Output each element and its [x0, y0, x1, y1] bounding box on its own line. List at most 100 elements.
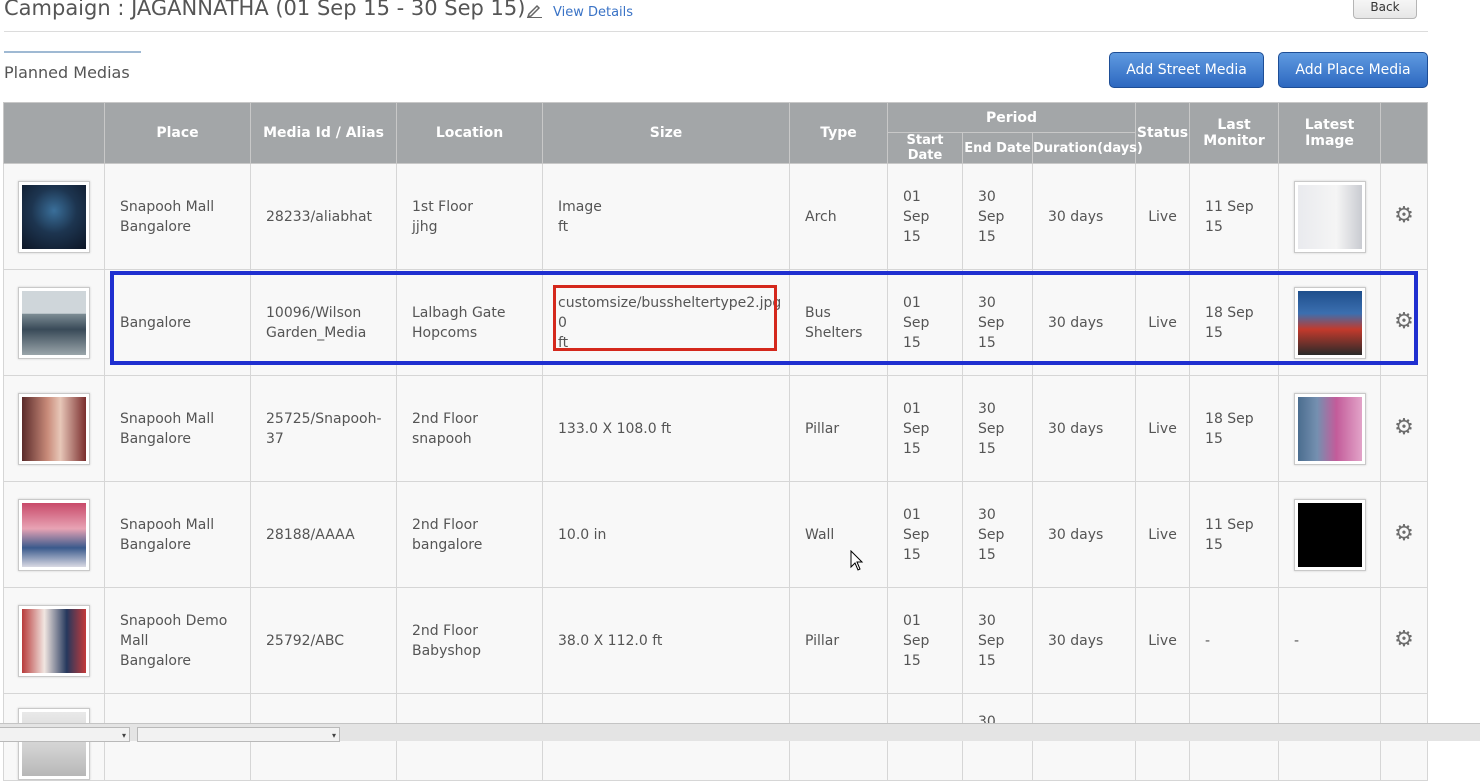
type-line: Pillar — [805, 420, 840, 437]
latest-image-cell — [1278, 481, 1382, 588]
start-date-line: 15 — [903, 546, 921, 563]
size-line: 133.0 X 108.0 ft — [558, 420, 672, 437]
media-thumbnail[interactable] — [18, 708, 90, 780]
media-thumbnail-image — [22, 184, 86, 249]
media-id-cell: 28188/AAAA — [250, 481, 397, 588]
actions-cell: ⚙ — [1380, 269, 1429, 376]
start-date-cell: 01 Sep 15 — [887, 375, 963, 482]
latest-image — [1297, 184, 1362, 249]
media-thumbnail[interactable] — [18, 286, 90, 359]
bottom-select-1[interactable]: ▾ — [0, 727, 130, 742]
table-row[interactable]: Snapooh Mall Bangalore 28233/aliabhat 1st F… — [3, 163, 1429, 270]
gear-icon[interactable]: ⚙ — [1394, 309, 1414, 334]
duration-cell: 30 days — [1031, 481, 1137, 588]
type-line: Wall — [805, 526, 835, 543]
duration-cell: 30 days — [1031, 587, 1137, 694]
end-date-cell: 30 Sep 15 — [962, 481, 1033, 588]
location-line: 1st Floor — [412, 198, 473, 215]
bottom-select-2[interactable]: ▾ — [137, 727, 340, 742]
media-thumbnail[interactable] — [18, 180, 90, 253]
table-row[interactable]: Snapooh Mall Bangalore 28188/AAAA 2nd Floor… — [3, 481, 1429, 588]
end-date-line: Sep — [978, 208, 1005, 225]
table-row[interactable]: Snapooh Demo Mall Bangalore 25792/ABC 2nd Fl… — [3, 587, 1429, 694]
gear-icon[interactable]: ⚙ — [1394, 415, 1414, 440]
place-line: Snapooh Demo — [120, 612, 228, 629]
status-cell: Live — [1135, 269, 1191, 376]
start-date-cell: 01 Sep 15 — [887, 481, 963, 588]
actions-cell: ⚙ — [1380, 375, 1429, 482]
gear-icon[interactable]: ⚙ — [1394, 627, 1414, 652]
add-street-media-button[interactable]: Add Street Media — [1109, 52, 1264, 88]
end-date-line: Sep — [978, 314, 1005, 331]
duration-cell: 30 days — [1031, 269, 1137, 376]
last-monitor-line: 15 — [1205, 430, 1223, 447]
media-id-line: 28233/aliabhat — [266, 208, 373, 225]
header-size: Size — [542, 102, 790, 164]
place-line: Bangalore — [120, 430, 192, 447]
media-id-line: 28188/AAAA — [266, 526, 355, 543]
size-line: 10.0 in — [558, 526, 607, 543]
size-cell: 10.0 in — [542, 481, 790, 588]
end-date-line: Sep — [978, 420, 1005, 437]
latest-image-thumbnail[interactable] — [1293, 498, 1366, 571]
duration-cell: 30 days — [1031, 375, 1137, 482]
size-line: ft — [558, 334, 569, 351]
type-cell: Pillar — [789, 375, 888, 482]
last-monitor-line: 11 Sep — [1205, 516, 1254, 533]
last-monitor-line: 11 Sep — [1205, 198, 1254, 215]
media-thumbnail-image — [22, 712, 86, 776]
table-row[interactable]: Bangalore 10096/Wilson Garden_Media Lalbagh… — [3, 269, 1429, 376]
back-button[interactable]: Back — [1353, 0, 1417, 19]
location-cell: 2nd Floor snapooh — [396, 375, 543, 482]
end-date-line: 15 — [978, 334, 996, 351]
type-cell: Wall — [789, 481, 888, 588]
table-row[interactable]: Snapooh Mall Bangalore 25725/Snapooh- 37 2nd… — [3, 375, 1429, 482]
campaign-header: Campaign : JAGANNATHA (01 Sep 15 - 30 Se… — [4, 0, 1428, 32]
header-duration: Duration(days) — [1031, 132, 1143, 164]
last-monitor-cell: - — [1189, 587, 1280, 694]
start-date-line: 15 — [903, 652, 921, 669]
media-id-cell: 10096/Wilson Garden_Media — [250, 269, 397, 376]
latest-image-thumbnail[interactable] — [1293, 392, 1366, 465]
media-thumbnail-image — [22, 502, 86, 567]
media-id-line: 10096/Wilson — [266, 304, 362, 321]
latest-image-thumbnail[interactable] — [1293, 180, 1366, 253]
end-date-line: 30 — [978, 188, 996, 205]
size-line: 0 — [558, 314, 567, 331]
header-type: Type — [789, 102, 888, 164]
media-thumb-cell — [3, 269, 105, 376]
start-date-line: 01 Sep — [903, 294, 930, 331]
latest-image-cell — [1278, 163, 1382, 270]
view-details-link[interactable]: View Details — [553, 5, 633, 20]
gear-icon[interactable]: ⚙ — [1394, 521, 1414, 546]
media-id-line: 25792/ABC — [266, 632, 344, 649]
start-date-line: 01 Sep — [903, 612, 930, 649]
tab-underline — [4, 51, 141, 53]
size-line: 38.0 X 112.0 ft — [558, 632, 663, 649]
media-thumbnail[interactable] — [18, 498, 90, 571]
header-media-id: Media Id / Alias — [250, 102, 397, 164]
header-status: Status — [1135, 102, 1191, 164]
status-cell: Live — [1135, 587, 1191, 694]
type-line: Pillar — [805, 632, 840, 649]
pencil-icon[interactable] — [526, 2, 544, 18]
last-monitor-line: 18 Sep — [1205, 304, 1254, 321]
size-cell: Image ft — [542, 163, 790, 270]
gear-icon[interactable]: ⚙ — [1394, 203, 1414, 228]
media-thumbnail[interactable] — [18, 604, 90, 677]
header-place: Place — [104, 102, 251, 164]
media-thumbnail[interactable] — [18, 392, 90, 465]
add-place-media-button[interactable]: Add Place Media — [1278, 52, 1428, 88]
location-line: snapooh — [412, 430, 472, 447]
duration-cell: 30 days — [1031, 163, 1137, 270]
actions-cell: ⚙ — [1380, 163, 1429, 270]
last-monitor-cell: 11 Sep 15 — [1189, 481, 1280, 588]
start-date-line: 15 — [903, 440, 921, 457]
mouse-cursor-icon — [850, 550, 864, 571]
media-thumb-cell — [3, 587, 105, 694]
place-cell: Bangalore — [104, 269, 251, 376]
media-id-line: Garden_Media — [266, 324, 367, 341]
latest-image-thumbnail[interactable] — [1293, 286, 1366, 359]
place-line: Bangalore — [120, 536, 192, 553]
last-monitor-line: - — [1205, 632, 1211, 649]
